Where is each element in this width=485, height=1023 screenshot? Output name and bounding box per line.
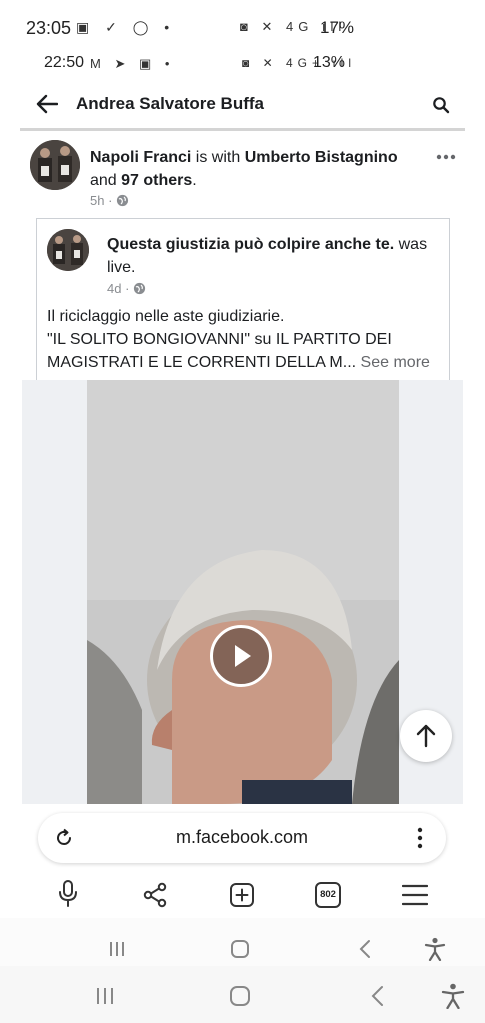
inner-screen: 22:50 M ➤ ▣ • ◙ ✕ 4G+ ıll 13% Andrea Sal… xyxy=(0,48,485,966)
inner-status-bar: 22:50 M ➤ ▣ • ◙ ✕ 4G+ ıll 13% xyxy=(0,48,485,78)
microphone-icon[interactable] xyxy=(57,880,79,908)
inner-nav-bar xyxy=(0,918,485,966)
post-meta: 5h · xyxy=(90,193,129,208)
search-icon[interactable] xyxy=(432,96,450,114)
more-vertical-icon[interactable] xyxy=(416,826,424,850)
tagged-name[interactable]: Umberto Bistagnino xyxy=(245,149,398,166)
status-time: 22:50 xyxy=(44,54,85,71)
tab-count-button[interactable]: 802 xyxy=(315,882,341,908)
notification-icons: ▣ ✓ ◯ • xyxy=(76,19,176,35)
video-frame xyxy=(22,380,463,804)
url-text[interactable]: m.facebook.com xyxy=(38,827,446,848)
shared-post[interactable]: Questa giustizia può colpire anche te. w… xyxy=(36,218,450,381)
recent-apps-icon[interactable] xyxy=(95,986,115,1006)
post-time[interactable]: 5h xyxy=(90,193,104,208)
page-name[interactable]: Questa giustizia può colpire anche te. xyxy=(107,236,394,253)
accessibility-icon[interactable] xyxy=(441,983,465,1009)
accessibility-icon[interactable] xyxy=(424,937,446,961)
recent-apps-icon[interactable] xyxy=(108,940,126,958)
globe-icon xyxy=(116,194,129,207)
play-button[interactable] xyxy=(210,625,272,687)
back-icon[interactable] xyxy=(369,985,385,1007)
home-icon[interactable] xyxy=(229,985,251,1007)
others-link[interactable]: 97 others xyxy=(121,172,192,189)
menu-icon[interactable] xyxy=(402,884,428,906)
home-icon[interactable] xyxy=(230,939,250,959)
arrow-left-icon[interactable] xyxy=(36,94,58,114)
video-player[interactable] xyxy=(22,380,463,804)
outer-status-bar: 23:05 ▣ ✓ ◯ • ◙ ✕ 4G ıll 17% xyxy=(0,0,485,48)
header-divider xyxy=(20,128,465,131)
globe-icon xyxy=(133,282,146,295)
author-name[interactable]: Napoli Franci xyxy=(90,149,191,166)
shared-time[interactable]: 4d xyxy=(107,281,121,296)
shared-body: Il riciclaggio nelle aste giudiziarie. "… xyxy=(47,308,430,371)
more-horizontal-icon[interactable] xyxy=(436,154,456,160)
url-bar[interactable]: m.facebook.com xyxy=(38,813,446,863)
page-avatar[interactable] xyxy=(47,229,89,271)
status-time: 23:05 xyxy=(26,18,72,38)
battery-level: 13% xyxy=(313,54,346,71)
scroll-top-button[interactable] xyxy=(400,710,452,762)
share-icon[interactable] xyxy=(142,882,168,908)
new-tab-icon[interactable] xyxy=(229,882,255,908)
play-icon xyxy=(235,645,251,667)
page-title: Andrea Salvatore Buffa xyxy=(76,94,264,113)
battery-level: 17% xyxy=(320,18,355,37)
author-avatar[interactable] xyxy=(30,140,80,190)
outer-nav-bar xyxy=(0,966,485,1023)
shared-meta: 4d · xyxy=(107,281,146,296)
shared-header-text: Questa giustizia può colpire anche te. w… xyxy=(107,236,428,276)
see-more-link[interactable]: See more xyxy=(361,354,430,371)
arrow-up-icon xyxy=(416,724,436,748)
browser-toolbar: 802 xyxy=(0,868,485,918)
back-icon[interactable] xyxy=(358,939,372,959)
notification-icons: M ➤ ▣ • xyxy=(90,56,175,71)
post-header-text: Napoli Franci is with Umberto Bistagnino… xyxy=(90,149,398,189)
